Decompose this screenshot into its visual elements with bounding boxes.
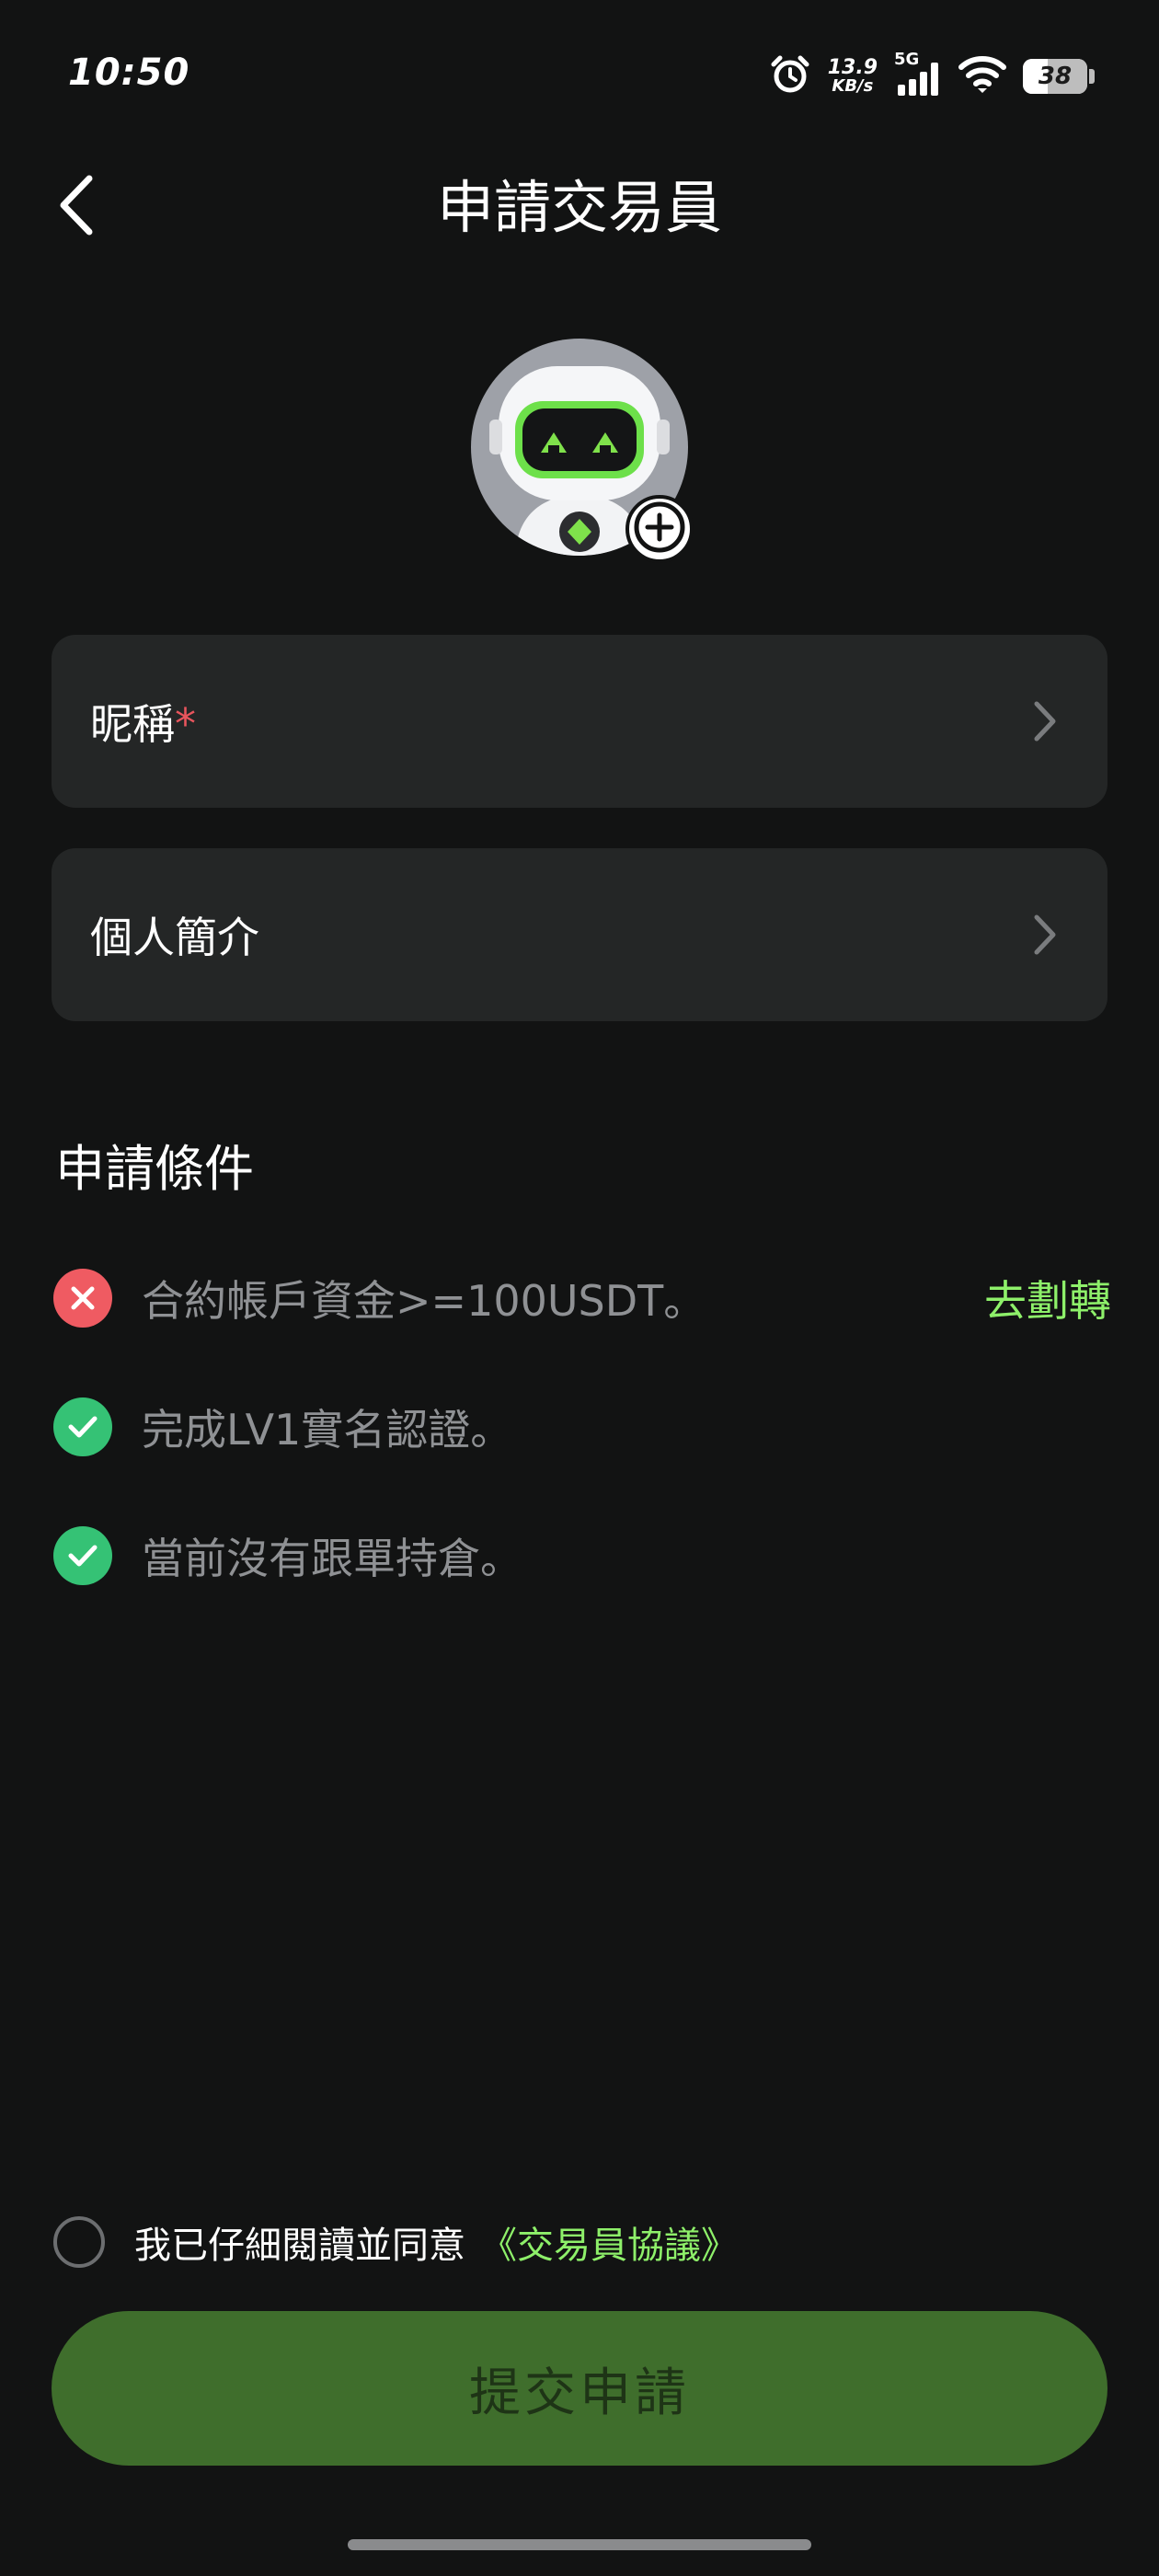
- check-icon: [53, 1397, 112, 1456]
- nickname-label: 昵稱*: [90, 691, 196, 752]
- agreement-row: 我已仔細閱讀並同意 《交易員協議》: [53, 2210, 738, 2274]
- net-speed-unit: KB/s: [832, 76, 874, 96]
- battery-icon: 38: [1023, 59, 1087, 94]
- condition-text: 當前沒有跟單持倉。: [142, 1534, 522, 1583]
- battery-level: 38: [1038, 63, 1073, 90]
- required-mark: *: [175, 699, 196, 749]
- wifi-icon: [958, 54, 1006, 98]
- battery-tip: [1089, 69, 1095, 84]
- condition-item: 合約帳戶資金>=100USDT。 去劃轉: [53, 1266, 1111, 1330]
- chevron-right-icon: [1032, 699, 1058, 747]
- cellular-signal-icon: 5G: [894, 50, 942, 98]
- status-icons: 13.9 KB/s 5G 38: [769, 50, 1095, 99]
- alarm-icon: [769, 53, 811, 99]
- network-speed: 13.9 KB/s: [828, 58, 878, 95]
- transfer-link[interactable]: 去劃轉: [984, 1268, 1111, 1328]
- net-speed-value: 13.9: [827, 56, 878, 79]
- agreement-checkbox[interactable]: [53, 2216, 105, 2268]
- nickname-field[interactable]: 昵稱*: [52, 635, 1107, 808]
- page-title: 申請交易員: [436, 174, 722, 241]
- bio-label: 個人簡介: [90, 913, 259, 962]
- plus-icon: [634, 501, 685, 557]
- agreement-text: 我已仔細閱讀並同意: [134, 2225, 465, 2267]
- nickname-label-text: 昵稱: [90, 699, 175, 749]
- condition-text: 完成LV1實名認證。: [142, 1405, 513, 1455]
- submit-label: 提交申請: [469, 2363, 690, 2423]
- chevron-right-icon: [1032, 913, 1058, 960]
- condition-text: 合約帳戶資金>=100USDT。: [142, 1276, 706, 1326]
- error-icon: [53, 1269, 112, 1328]
- check-icon: [53, 1526, 112, 1585]
- home-indicator[interactable]: [348, 2539, 811, 2550]
- trader-agreement-link[interactable]: 《交易員協議》: [480, 2215, 738, 2269]
- condition-item: 當前沒有跟單持倉。: [53, 1524, 1111, 1588]
- conditions-title: 申請條件: [55, 1140, 254, 1198]
- condition-item: 完成LV1實名認證。: [53, 1395, 1111, 1459]
- add-avatar-button[interactable]: [625, 495, 694, 563]
- submit-button[interactable]: 提交申請: [52, 2311, 1107, 2466]
- bio-field[interactable]: 個人簡介: [52, 848, 1107, 1021]
- status-time: 10:50: [68, 52, 190, 94]
